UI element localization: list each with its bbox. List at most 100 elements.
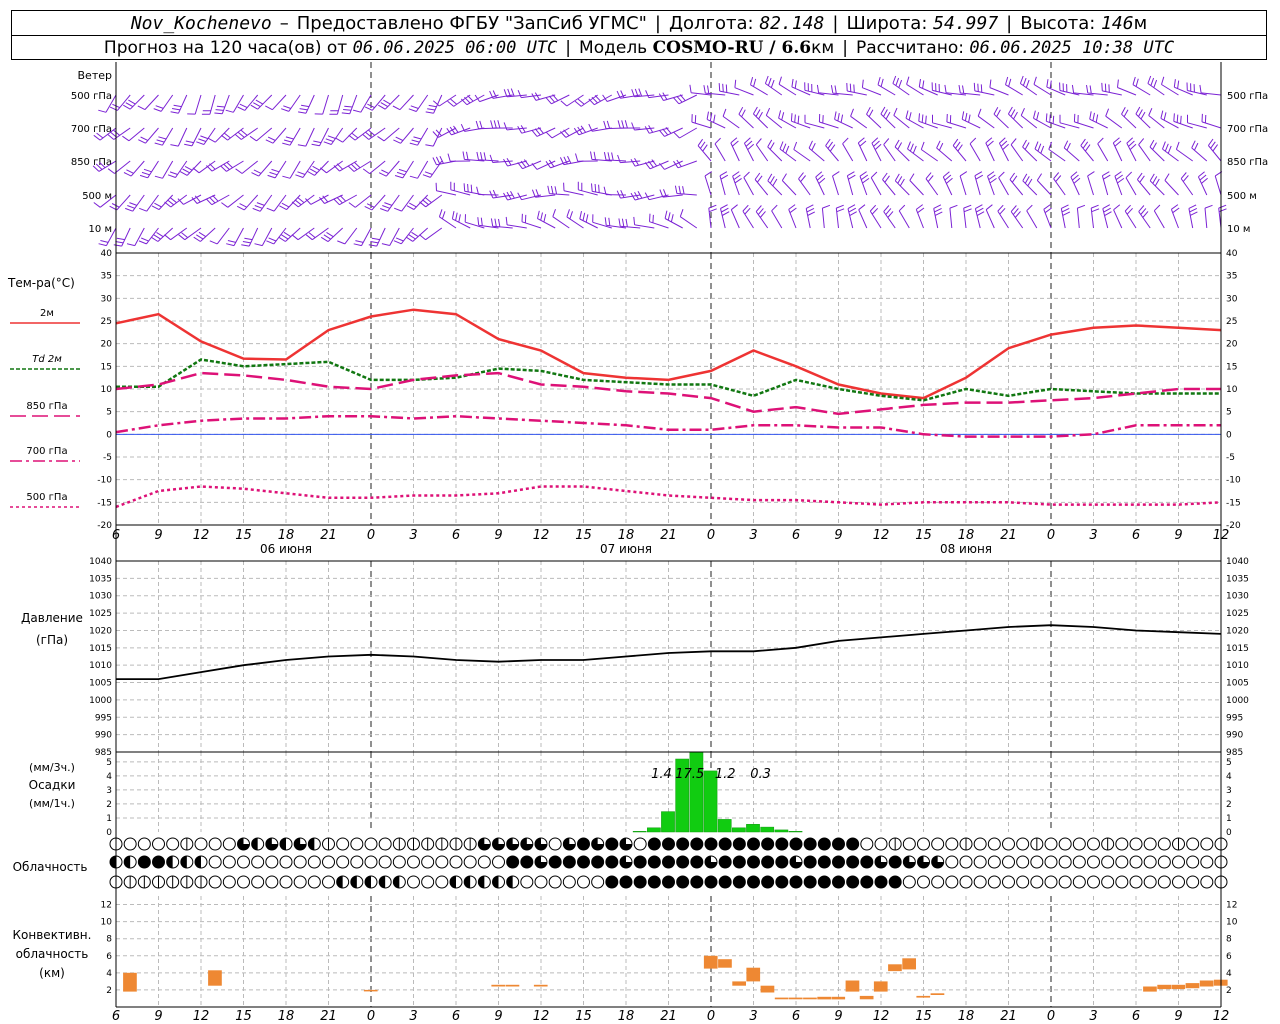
wind-level-label: 850 гПа	[71, 157, 112, 168]
wind-barb	[743, 137, 755, 162]
cloud-overcast-circle	[520, 855, 534, 869]
wind-barb	[151, 194, 174, 211]
cloud-circle	[973, 837, 987, 851]
hour-tick-label: 21	[660, 528, 677, 543]
cloud-circle	[1087, 875, 1100, 889]
cloud-cover-symbol	[917, 855, 930, 869]
wind-barb	[1045, 113, 1066, 129]
cloud-cover-symbol	[676, 855, 690, 869]
temp-tick-label: 0	[106, 430, 112, 440]
cloud-overcast-circle	[633, 855, 647, 869]
cloud-cover-symbol	[619, 875, 633, 889]
cloud-circle	[1101, 875, 1115, 889]
precip-tick-label-right: 4	[1226, 772, 1232, 782]
temp-tick-label: 30	[101, 294, 113, 304]
cloud-cover-symbol	[846, 837, 860, 851]
wind-barb	[857, 137, 868, 162]
cloud-cover-symbol	[917, 837, 930, 851]
wind-barb	[754, 172, 769, 196]
cloud-circle	[194, 837, 208, 851]
cloud-cover-symbol	[180, 855, 194, 869]
wind-barb	[781, 173, 797, 196]
wind-barb	[974, 171, 984, 196]
wind-barb	[320, 227, 344, 243]
conv-tick-label: 8	[106, 935, 112, 945]
wind-barb	[187, 94, 202, 115]
precip-title: Осадки	[29, 778, 76, 792]
wind-barb	[362, 160, 386, 175]
wind-barb	[755, 138, 769, 162]
cloud-circle	[251, 875, 265, 889]
cloud-cover-symbol	[463, 837, 477, 851]
wind-barb	[987, 171, 997, 196]
temp-tick-label: -20	[97, 521, 112, 531]
wind-barb	[1162, 141, 1179, 162]
wind-barb	[1046, 79, 1066, 96]
wind-barb	[933, 204, 943, 229]
hour-tick-label: 15	[915, 528, 932, 543]
cloud-cover-symbol	[1044, 837, 1058, 851]
cloud-cover-symbol	[123, 855, 137, 869]
cloud-cover-symbol	[208, 855, 222, 869]
cloud-cover-symbol	[973, 837, 987, 851]
cloud-circle	[1002, 837, 1015, 851]
cloud-cover-symbol	[1143, 875, 1157, 889]
hour-tick-label-bottom: 12	[193, 1009, 210, 1024]
cloud-cover-symbol	[1044, 875, 1058, 889]
cloud-half-fill	[166, 856, 173, 868]
cloud-circle	[307, 855, 321, 869]
pressure-tick-label-right: 1035	[1226, 574, 1249, 584]
cloud-cover-symbol	[747, 875, 760, 889]
wind-barb	[743, 171, 754, 196]
hour-tick-label: 6	[1132, 528, 1140, 543]
temperature-panel: -20 -20-15 -15-10 -10-5 -50 05 510 1015 1520 2025…	[7, 249, 1241, 556]
wind-barb	[808, 140, 825, 162]
cloud-cover-symbol	[194, 875, 208, 889]
cloud-overcast-circle	[676, 837, 690, 851]
day-label: 07 июня	[600, 542, 652, 556]
wind-barb	[460, 94, 485, 106]
cloud-cover-symbol	[1044, 855, 1058, 869]
wind-barb	[1170, 204, 1180, 229]
cloud-circle	[350, 855, 364, 869]
wind-barb	[109, 94, 131, 111]
wind-barb	[378, 94, 400, 110]
cloud-circle	[378, 855, 392, 869]
conv-unit-label: (км)	[39, 966, 65, 980]
cloud-cover-symbol	[775, 837, 789, 851]
wind-barb	[490, 218, 513, 229]
wind-barb	[915, 204, 925, 229]
wind-barb	[920, 141, 938, 162]
cloud-cover-symbol	[1058, 837, 1072, 851]
wind-barb	[1070, 171, 1081, 196]
hour-tick-label-bottom: 15	[235, 1009, 252, 1024]
cloud-circle	[1143, 855, 1157, 869]
cloud-circle	[279, 875, 293, 889]
wind-barb	[552, 209, 570, 229]
wind-level-label: 700 гПа	[71, 124, 112, 135]
cloud-cover-symbol	[265, 855, 279, 869]
precip-tick-label-right: 2	[1226, 800, 1232, 810]
wind-barb	[362, 127, 386, 140]
hour-tick-label-bottom: 21	[660, 1009, 677, 1024]
cloud-cover-symbol	[548, 875, 562, 889]
cloud-cover-symbol	[1072, 875, 1086, 889]
cloud-cover-symbol	[293, 875, 307, 889]
cloud-circle	[1157, 875, 1171, 889]
pressure-tick-label-right: 1010	[1226, 661, 1249, 671]
wind-barb	[1199, 84, 1222, 96]
cloud-cover-symbol	[817, 837, 831, 851]
wind-barb	[490, 120, 513, 129]
cloud-cover-symbol	[860, 855, 874, 869]
wind-barb	[1101, 171, 1111, 196]
cloud-cover-symbol	[208, 875, 222, 889]
wind-barb	[1053, 172, 1066, 196]
wind-barb	[718, 83, 740, 96]
cloud-circle	[293, 875, 307, 889]
wind-barb	[1007, 106, 1024, 129]
cloud-cover-symbol	[1129, 837, 1143, 851]
wind-barb	[1164, 173, 1179, 196]
wind-barb	[347, 160, 372, 172]
pressure-tick-label-right: 995	[1226, 713, 1243, 723]
cloud-circle	[973, 875, 987, 889]
